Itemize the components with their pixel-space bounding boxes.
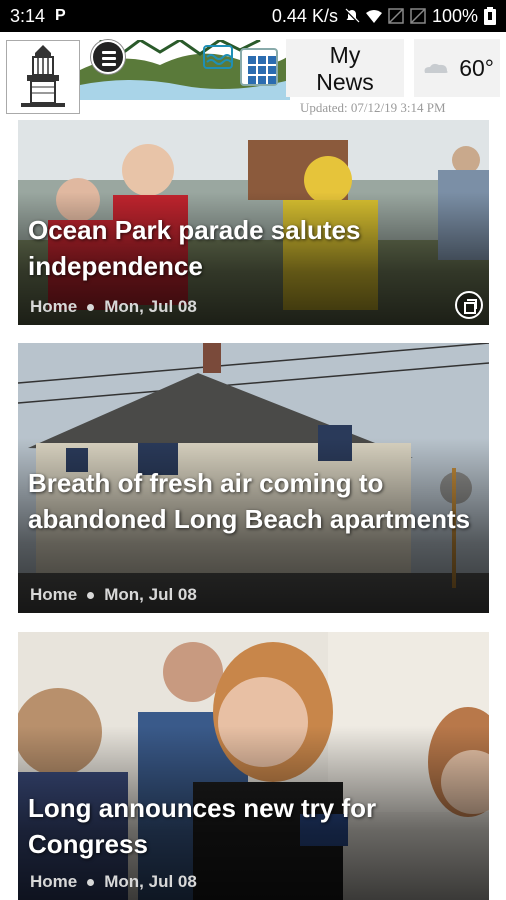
wifi-icon [365, 10, 382, 23]
cloudy-weather-icon [424, 63, 448, 73]
weather-widget[interactable]: 60° [414, 39, 500, 97]
signal-off-icon [388, 8, 404, 24]
status-time: 3:14 [10, 5, 46, 26]
article-section: Home [30, 585, 78, 604]
article-headline[interactable]: Ocean Park parade salutes independence [28, 212, 477, 284]
grid-cell-icon [248, 56, 256, 64]
article-card[interactable]: Ocean Park parade salutes independence H… [18, 120, 489, 325]
article-headline[interactable]: Breath of fresh air coming to abandoned … [28, 465, 477, 537]
network-speed: 0.44 K/s [271, 5, 338, 26]
article-card[interactable]: Long announces new try for Congress Home… [18, 632, 489, 900]
temperature: 60° [459, 54, 494, 81]
menu-line-icon [102, 63, 116, 66]
article-card[interactable]: Breath of fresh air coming to abandoned … [18, 343, 489, 613]
grid-cell-icon [268, 66, 276, 74]
separator-dot-icon [87, 303, 95, 311]
waves-icon[interactable] [203, 45, 233, 69]
menu-line-icon [102, 57, 116, 60]
article-date: Mon, Jul 08 [104, 297, 197, 316]
photo-gallery-icon[interactable] [455, 291, 483, 319]
article-section: Home [30, 872, 78, 891]
article-meta: Home Mon, Jul 08 [30, 872, 197, 892]
mute-bell-icon [345, 8, 360, 23]
grid-cell-icon [258, 66, 266, 74]
grid-cell-icon [248, 66, 256, 74]
lighthouse-logo[interactable] [6, 40, 80, 114]
battery-percent: 100% [431, 5, 478, 26]
status-bar: 3:14 P 0.44 K/s 100% [0, 0, 506, 32]
grid-cell-icon [268, 76, 276, 84]
my-news-line1: My [329, 42, 361, 68]
article-headline[interactable]: Long announces new try for Congress [28, 790, 477, 862]
grid-cell-icon [268, 56, 276, 64]
battery-icon [484, 7, 496, 25]
grid-cell-icon [258, 56, 266, 64]
my-news-line2: News [316, 69, 374, 95]
lighthouse-icon [21, 45, 65, 107]
article-section: Home [30, 297, 78, 316]
grid-cell-icon [248, 76, 256, 84]
grid-cell-icon [258, 76, 266, 84]
article-date: Mon, Jul 08 [104, 872, 197, 891]
menu-button[interactable] [91, 40, 125, 74]
status-right-group: 0.44 K/s 100% [272, 6, 496, 27]
menu-line-icon [102, 51, 116, 54]
signal-off-icon-2 [410, 8, 426, 24]
article-meta: Home Mon, Jul 08 [30, 297, 197, 317]
separator-dot-icon [87, 878, 95, 886]
updated-timestamp: Updated: 07/12/19 3:14 PM [300, 100, 446, 115]
parking-notification-icon: P [55, 7, 66, 24]
grid-view-button[interactable] [240, 48, 278, 86]
my-news-button[interactable]: My News [286, 39, 404, 97]
article-meta: Home Mon, Jul 08 [30, 585, 197, 605]
article-date: Mon, Jul 08 [104, 585, 197, 604]
separator-dot-icon [87, 591, 95, 599]
